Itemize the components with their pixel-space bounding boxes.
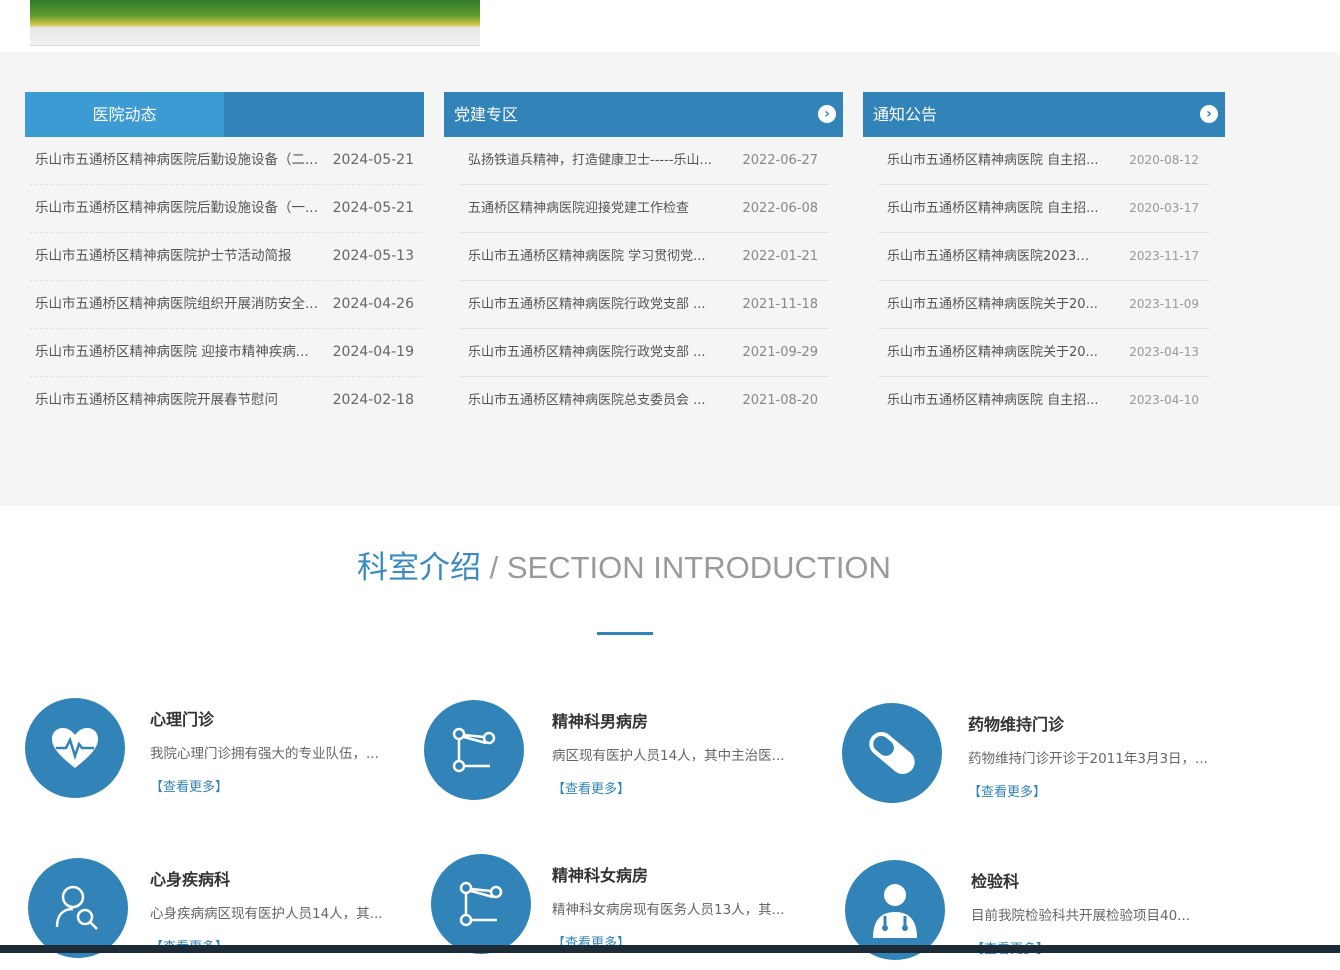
department-name[interactable]: 精神科男病房 — [552, 708, 648, 732]
list-item[interactable]: 乐山市五通桥区精神病医院行政党支部 ... 2021-11-18 — [459, 281, 828, 329]
notice-header: 通知公告 › — [863, 92, 1225, 137]
list-item[interactable]: 乐山市五通桥区精神病医院 自主招... 2023-04-10 — [878, 377, 1210, 424]
news-title[interactable]: 乐山市五通桥区精神病医院关于20... — [887, 329, 1099, 376]
pill-icon[interactable] — [842, 703, 942, 803]
news-date: 2024-05-21 — [332, 200, 414, 216]
department-name[interactable]: 心身疾病科 — [150, 866, 230, 890]
list-item[interactable]: 乐山市五通桥区精神病医院开展春节慰问 2024-02-18 — [30, 377, 420, 424]
news-date: 2023-11-09 — [1129, 297, 1199, 311]
news-section: 医院动态 乐山市五通桥区精神病医院后勤设施设备（二... 2024-05-21 乐… — [0, 52, 1340, 506]
section-title: 科室介绍 / SECTION INTRODUCTION — [0, 545, 1248, 591]
view-more-link[interactable]: 【查看更多】 — [968, 781, 1046, 800]
banner-image — [30, 0, 480, 46]
person-search-icon[interactable] — [28, 858, 128, 958]
party-header: 党建专区 › — [444, 92, 843, 137]
department-card[interactable]: 心理门诊 我院心理门诊拥有强大的专业队伍，... 【查看更多】 — [25, 698, 405, 808]
section-title-cn: 科室介绍 — [357, 550, 482, 586]
news-date: 2020-08-12 — [1129, 153, 1199, 167]
department-name[interactable]: 心理门诊 — [150, 706, 214, 730]
department-name[interactable]: 药物维持门诊 — [968, 711, 1064, 735]
hospital-news-list: 乐山市五通桥区精神病医院后勤设施设备（二... 2024-05-21 乐山市五通桥… — [30, 137, 420, 424]
news-title[interactable]: 乐山市五通桥区精神病医院开展春节慰问 — [35, 377, 327, 424]
list-item[interactable]: 乐山市五通桥区精神病医院后勤设施设备（一... 2024-05-21 — [30, 185, 420, 233]
news-title[interactable]: 乐山市五通桥区精神病医院 自主招... — [887, 377, 1099, 424]
news-date: 2022-06-08 — [742, 201, 818, 216]
news-date: 2023-04-13 — [1129, 345, 1199, 359]
title-divider — [597, 632, 653, 635]
news-title[interactable]: 乐山市五通桥区精神病医院护士节活动简报 — [35, 233, 327, 280]
arrow-right-icon[interactable]: › — [818, 105, 836, 123]
list-item[interactable]: 乐山市五通桥区精神病医院后勤设施设备（二... 2024-05-21 — [30, 137, 420, 185]
hospital-news-header: 医院动态 — [25, 92, 424, 137]
list-item[interactable]: 乐山市五通桥区精神病医院 自主招... 2020-08-12 — [878, 137, 1210, 185]
department-name[interactable]: 精神科女病房 — [552, 862, 648, 886]
list-item[interactable]: 乐山市五通桥区精神病医院总支委员会 ... 2021-08-20 — [459, 377, 828, 424]
news-title[interactable]: 弘扬铁道兵精神，打造健康卫士-----乐山... — [468, 137, 718, 184]
news-title[interactable]: 乐山市五通桥区精神病医院组织开展消防安全... — [35, 281, 327, 328]
department-card[interactable]: 精神科男病房 病区现有医护人员14人，其中主治医... 【查看更多】 — [424, 700, 804, 810]
list-item[interactable]: 乐山市五通桥区精神病医院2023年... 2023-11-17 — [878, 233, 1210, 281]
notice-panel: 通知公告 › 乐山市五通桥区精神病医院 自主招... 2020-08-12 乐山市… — [863, 92, 1225, 424]
list-item[interactable]: 弘扬铁道兵精神，打造健康卫士-----乐山... 2022-06-27 — [459, 137, 828, 185]
arrow-right-icon[interactable]: › — [1200, 105, 1218, 123]
heart-pulse-icon[interactable] — [25, 698, 125, 798]
list-item[interactable]: 乐山市五通桥区精神病医院 自主招... 2020-03-17 — [878, 185, 1210, 233]
news-date: 2023-11-17 — [1129, 249, 1199, 263]
view-more-link[interactable]: 【查看更多】 — [150, 776, 228, 795]
news-title[interactable]: 乐山市五通桥区精神病医院关于20... — [887, 281, 1099, 328]
news-date: 2024-04-19 — [332, 344, 414, 360]
list-item[interactable]: 乐山市五通桥区精神病医院组织开展消防安全... 2024-04-26 — [30, 281, 420, 329]
network-icon[interactable] — [431, 854, 531, 954]
department-name[interactable]: 检验科 — [971, 868, 1019, 892]
list-item[interactable]: 五通桥区精神病医院迎接党建工作检查 2022-06-08 — [459, 185, 828, 233]
party-panel: 党建专区 › 弘扬铁道兵精神，打造健康卫士-----乐山... 2022-06-2… — [444, 92, 843, 424]
list-item[interactable]: 乐山市五通桥区精神病医院行政党支部 ... 2021-09-29 — [459, 329, 828, 377]
news-title[interactable]: 乐山市五通桥区精神病医院行政党支部 ... — [468, 281, 718, 328]
news-title[interactable]: 乐山市五通桥区精神病医院后勤设施设备（二... — [35, 137, 327, 184]
news-title[interactable]: 五通桥区精神病医院迎接党建工作检查 — [468, 185, 718, 232]
party-title[interactable]: 党建专区 — [454, 92, 518, 137]
list-item[interactable]: 乐山市五通桥区精神病医院护士节活动简报 2024-05-13 — [30, 233, 420, 281]
department-desc: 我院心理门诊拥有强大的专业队伍，... — [150, 746, 379, 762]
news-title[interactable]: 乐山市五通桥区精神病医院总支委员会 ... — [468, 377, 718, 424]
news-date: 2022-06-27 — [742, 153, 818, 168]
news-date: 2021-09-29 — [742, 345, 818, 360]
department-desc: 心身疾病病区现有医护人员14人，其... — [150, 906, 383, 922]
network-icon[interactable] — [424, 700, 524, 800]
view-more-link[interactable]: 【查看更多】 — [552, 778, 630, 797]
footer-strip — [0, 945, 1340, 953]
notice-title[interactable]: 通知公告 — [873, 92, 937, 137]
list-item[interactable]: 乐山市五通桥区精神病医院关于20... 2023-11-09 — [878, 281, 1210, 329]
notice-news-list: 乐山市五通桥区精神病医院 自主招... 2020-08-12 乐山市五通桥区精神病… — [878, 137, 1210, 424]
hospital-news-panel: 医院动态 乐山市五通桥区精神病医院后勤设施设备（二... 2024-05-21 乐… — [25, 92, 424, 424]
department-desc: 精神科女病房现有医务人员13人，其... — [552, 902, 785, 918]
department-desc: 病区现有医护人员14人，其中主治医... — [552, 748, 785, 764]
news-date: 2024-05-13 — [332, 248, 414, 264]
list-item[interactable]: 乐山市五通桥区精神病医院 迎接市精神疾病... 2024-04-19 — [30, 329, 420, 377]
section-title-en: / SECTION INTRODUCTION — [481, 550, 891, 585]
news-title[interactable]: 乐山市五通桥区精神病医院行政党支部 ... — [468, 329, 718, 376]
list-item[interactable]: 乐山市五通桥区精神病医院关于20... 2023-04-13 — [878, 329, 1210, 377]
news-title[interactable]: 乐山市五通桥区精神病医院 自主招... — [887, 185, 1099, 232]
department-desc: 药物维持门诊开诊于2011年3月3日，... — [968, 751, 1208, 767]
news-date: 2020-03-17 — [1129, 201, 1199, 215]
news-title[interactable]: 乐山市五通桥区精神病医院2023年... — [887, 233, 1099, 280]
news-date: 2023-04-10 — [1129, 393, 1199, 407]
news-title[interactable]: 乐山市五通桥区精神病医院 迎接市精神疾病... — [35, 329, 327, 376]
department-card[interactable]: 检验科 目前我院检验科共开展检验项目40... 【查看更多】 — [845, 860, 1225, 970]
news-date: 2021-08-20 — [742, 393, 818, 408]
news-date: 2024-02-18 — [332, 392, 414, 408]
news-title[interactable]: 乐山市五通桥区精神病医院 自主招... — [887, 137, 1099, 184]
list-item[interactable]: 乐山市五通桥区精神病医院 学习贯彻党... 2022-01-21 — [459, 233, 828, 281]
news-date: 2021-11-18 — [742, 297, 818, 312]
news-title[interactable]: 乐山市五通桥区精神病医院 学习贯彻党... — [468, 233, 718, 280]
news-date: 2024-04-26 — [332, 296, 414, 312]
party-news-list: 弘扬铁道兵精神，打造健康卫士-----乐山... 2022-06-27 五通桥区精… — [459, 137, 828, 424]
department-card[interactable]: 药物维持门诊 药物维持门诊开诊于2011年3月3日，... 【查看更多】 — [842, 703, 1222, 813]
news-date: 2024-05-21 — [332, 152, 414, 168]
news-date: 2022-01-21 — [742, 249, 818, 264]
department-desc: 目前我院检验科共开展检验项目40... — [971, 908, 1191, 924]
tab-hospital-news[interactable]: 医院动态 — [25, 92, 224, 137]
news-title[interactable]: 乐山市五通桥区精神病医院后勤设施设备（一... — [35, 185, 327, 232]
